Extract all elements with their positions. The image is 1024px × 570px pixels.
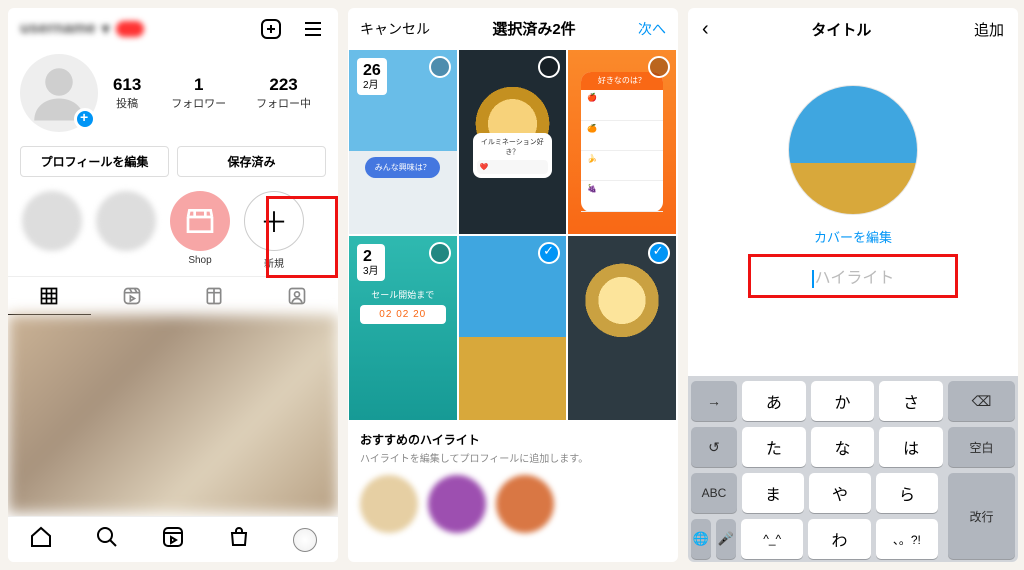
highlight-shop[interactable]: Shop <box>166 191 234 266</box>
profile-header: username▾ <box>8 8 338 50</box>
suggested-item[interactable] <box>496 475 554 533</box>
keyboard: → あ か さ ⌫ ↺ た な は 空白 ABC ま や ら 🌐 <box>688 376 1018 562</box>
home-icon[interactable] <box>29 525 53 554</box>
poll-sticker: 好きなのは？ 🍎🍊🍌🍇 <box>581 72 663 212</box>
key-ha[interactable]: は <box>879 427 943 467</box>
key-arrow[interactable]: → <box>691 381 737 421</box>
profile-nav-icon[interactable] <box>293 528 317 552</box>
select-circle[interactable] <box>429 56 451 78</box>
reels-nav-icon[interactable] <box>161 525 185 554</box>
cancel-button[interactable]: キャンセル <box>360 19 430 39</box>
profile-info-row: 613投稿 1フォロワー 223フォロー中 <box>8 50 338 140</box>
key-undo[interactable]: ↺ <box>691 427 737 467</box>
countdown-sticker: セール開始まで 02 02 20 <box>360 288 446 324</box>
title-header-title: タイトル <box>811 19 871 40</box>
bottom-nav <box>8 516 338 562</box>
edit-profile-button[interactable]: プロフィールを編集 <box>20 146 169 177</box>
suggested-item[interactable] <box>428 475 486 533</box>
add-button[interactable]: 追加 <box>974 19 1004 40</box>
highlight-item[interactable] <box>92 191 160 251</box>
date-badge: 23月 <box>357 244 385 281</box>
select-circle[interactable] <box>429 242 451 264</box>
back-icon[interactable]: ‹ <box>702 18 709 41</box>
select-circle[interactable] <box>648 56 670 78</box>
profile-screen: username▾ 613投稿 1フォロワー 223フォ <box>8 8 338 562</box>
title-header: ‹ タイトル 追加 <box>688 8 1018 51</box>
posts-grid[interactable] <box>8 315 338 513</box>
story-selector-screen: キャンセル 選択済み2件 次へ 262月 みんな興味は？ イルミネーション好き？… <box>348 8 678 562</box>
highlight-item[interactable] <box>18 191 86 251</box>
key-face[interactable]: ^_^ <box>741 519 803 559</box>
key-na[interactable]: な <box>811 427 875 467</box>
edit-cover-link[interactable]: カバーを編集 <box>688 227 1018 246</box>
following-stat[interactable]: 223フォロー中 <box>256 75 311 111</box>
date-badge: 262月 <box>357 58 387 95</box>
highlight-cover[interactable] <box>788 85 918 215</box>
suggested-item[interactable] <box>360 475 418 533</box>
key-ma[interactable]: ま <box>742 473 804 513</box>
create-icon[interactable] <box>258 16 284 42</box>
saved-button[interactable]: 保存済み <box>177 146 326 177</box>
story-sticker: みんな興味は？ <box>365 157 440 178</box>
suggested-section: おすすめのハイライト ハイライトを編集してプロフィールに追加します。 <box>348 421 678 465</box>
guide-tab[interactable] <box>173 277 256 315</box>
story-cell[interactable]: イルミネーション好き？❤️ <box>458 49 568 235</box>
highlight-title-input[interactable]: ハイライト <box>748 258 958 294</box>
annotation-highlight-box <box>748 254 958 298</box>
key-ka[interactable]: か <box>811 381 875 421</box>
key-wa[interactable]: わ <box>808 519 870 559</box>
story-cell[interactable]: 262月 みんな興味は？ <box>348 49 458 235</box>
key-ya[interactable]: や <box>809 473 871 513</box>
suggested-title: おすすめのハイライト <box>360 431 666 448</box>
annotation-highlight-box <box>266 196 338 278</box>
story-cell[interactable] <box>458 235 568 421</box>
title-screen: ‹ タイトル 追加 カバーを編集 ハイライト → あ か さ ⌫ ↺ た な は… <box>688 8 1018 562</box>
key-enter[interactable]: 改行 <box>948 473 1015 559</box>
search-icon[interactable] <box>95 525 119 554</box>
story-grid: 262月 みんな興味は？ イルミネーション好き？❤️ 好きなのは？ 🍎🍊🍌🍇 2… <box>348 49 678 421</box>
profile-tabs <box>8 276 338 315</box>
key-sa[interactable]: さ <box>879 381 943 421</box>
key-mic[interactable]: 🎤 <box>716 519 736 559</box>
grid-tab[interactable] <box>8 277 91 315</box>
story-cell[interactable] <box>567 235 677 421</box>
key-ta[interactable]: た <box>742 427 806 467</box>
posts-stat[interactable]: 613投稿 <box>113 75 141 111</box>
select-circle[interactable] <box>538 56 560 78</box>
followers-stat[interactable]: 1フォロワー <box>171 75 226 111</box>
key-punct[interactable]: 、。?! <box>876 519 938 559</box>
shop-nav-icon[interactable] <box>227 525 251 554</box>
tagged-tab[interactable] <box>256 277 339 315</box>
reels-tab[interactable] <box>91 277 174 315</box>
key-delete[interactable]: ⌫ <box>948 381 1015 421</box>
select-circle-selected[interactable] <box>648 242 670 264</box>
key-ra[interactable]: ら <box>876 473 938 513</box>
question-sticker: イルミネーション好き？❤️ <box>473 133 553 178</box>
key-abc[interactable]: ABC <box>691 473 737 513</box>
suggested-subtitle: ハイライトを編集してプロフィールに追加します。 <box>360 450 666 465</box>
next-button[interactable]: 次へ <box>638 19 666 39</box>
story-cell[interactable]: 23月 セール開始まで 02 02 20 <box>348 235 458 421</box>
selector-title: 選択済み2件 <box>492 18 575 39</box>
add-story-icon[interactable] <box>74 108 96 130</box>
select-circle-selected[interactable] <box>538 242 560 264</box>
key-a[interactable]: あ <box>742 381 806 421</box>
selector-header: キャンセル 選択済み2件 次へ <box>348 8 678 49</box>
key-space[interactable]: 空白 <box>948 427 1015 467</box>
username-dropdown[interactable]: username▾ <box>20 19 144 39</box>
key-globe[interactable]: 🌐 <box>691 519 711 559</box>
menu-icon[interactable] <box>300 16 326 42</box>
story-cell[interactable]: 好きなのは？ 🍎🍊🍌🍇 <box>567 49 677 235</box>
